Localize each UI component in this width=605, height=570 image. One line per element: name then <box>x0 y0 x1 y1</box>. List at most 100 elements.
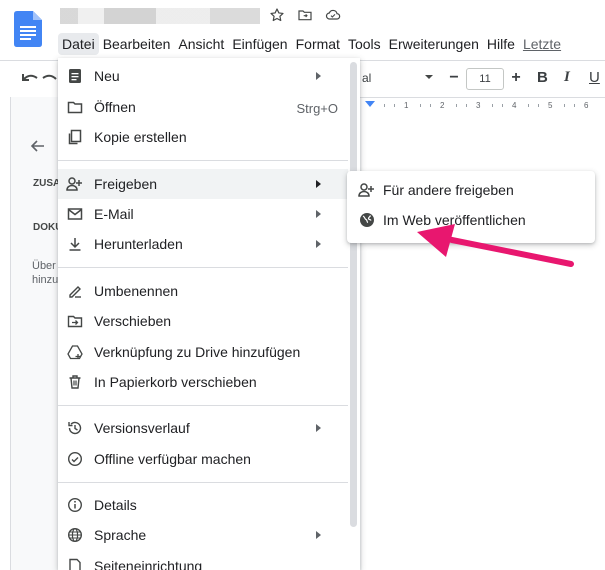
menu-item-new[interactable]: Neu <box>58 61 348 91</box>
menu-view[interactable]: Ansicht <box>174 33 228 55</box>
ruler-tick-label: 5 <box>548 101 553 110</box>
menu-item-share[interactable]: Freigeben <box>58 169 348 199</box>
outline-hint-line: Über <box>32 260 56 272</box>
ruler-tick-label: 2 <box>440 101 445 110</box>
menu-help[interactable]: Hilfe <box>483 33 519 55</box>
move-to-folder-icon[interactable] <box>296 6 314 24</box>
document-outline-panel <box>11 97 61 570</box>
top-bar: Datei Bearbeiten Ansicht Einfügen Format… <box>0 0 605 60</box>
menu-file[interactable]: Datei <box>58 33 99 55</box>
outline-hint: Über hinzu <box>32 259 58 287</box>
info-icon <box>66 496 84 514</box>
font-family-select[interactable]: al <box>362 71 371 85</box>
menu-divider <box>58 482 348 483</box>
history-icon <box>66 419 84 437</box>
submenu-arrow-icon <box>316 424 321 432</box>
menu-item-label: Herunterladen <box>94 236 183 252</box>
star-icon[interactable] <box>268 6 286 24</box>
menu-divider <box>58 267 348 268</box>
increase-font-size-button[interactable]: + <box>506 67 526 89</box>
menu-item-label: Offline verfügbar machen <box>94 451 251 467</box>
submenu-item-share-with-others[interactable]: Für andere freigeben <box>347 175 595 205</box>
horizontal-ruler[interactable]: 1 2 3 4 5 6 <box>362 98 605 112</box>
docs-logo-icon[interactable] <box>14 11 42 47</box>
submenu-item-label: Für andere freigeben <box>383 182 514 198</box>
undo-icon[interactable] <box>20 70 60 88</box>
menu-edit[interactable]: Bearbeiten <box>99 33 175 55</box>
menu-item-label: Versionsverlauf <box>94 420 190 436</box>
menu-item-label: Verknüpfung zu Drive hinzufügen <box>94 344 301 360</box>
menu-item-version-history[interactable]: Versionsverlauf <box>58 413 348 443</box>
mail-icon <box>66 205 84 223</box>
menu-item-label: Freigeben <box>94 176 158 192</box>
globe-icon <box>66 526 84 544</box>
menu-item-email[interactable]: E-Mail <box>58 199 348 229</box>
submenu-arrow-icon <box>316 240 321 248</box>
folder-icon <box>66 98 84 116</box>
menu-item-page-setup[interactable]: Seiteneinrichtung <box>58 551 348 570</box>
menu-item-label: Details <box>94 497 137 513</box>
download-icon <box>66 235 84 253</box>
globe-icon <box>358 211 376 229</box>
chevron-down-icon[interactable] <box>424 72 434 82</box>
menu-item-label: Seiteneinrichtung <box>94 558 203 570</box>
menu-bar: Datei Bearbeiten Ansicht Einfügen Format… <box>58 33 565 55</box>
submenu-arrow-icon <box>316 531 321 539</box>
menu-item-label: In Papierkorb verschieben <box>94 374 257 390</box>
ruler-tick-label: 6 <box>584 101 589 110</box>
menu-extensions[interactable]: Erweiterungen <box>385 33 483 55</box>
menu-item-label: Öffnen <box>94 99 136 115</box>
menu-item-label: Verschieben <box>94 313 172 329</box>
menu-insert[interactable]: Einfügen <box>228 33 291 55</box>
menu-item-add-drive-shortcut[interactable]: Verknüpfung zu Drive hinzufügen <box>58 337 348 367</box>
menu-item-download[interactable]: Herunterladen <box>58 229 348 259</box>
copy-icon <box>66 128 84 146</box>
trash-icon <box>66 373 84 391</box>
person-add-icon <box>358 181 376 199</box>
menu-item-move[interactable]: Verschieben <box>58 306 348 336</box>
person-add-icon <box>66 175 84 193</box>
menu-item-rename[interactable]: Umbenennen <box>58 276 348 306</box>
move-icon <box>66 312 84 330</box>
underline-button[interactable]: U <box>589 69 600 86</box>
menu-item-shortcut: Strg+O <box>296 101 338 116</box>
document-title[interactable] <box>60 8 260 24</box>
offline-icon <box>66 450 84 468</box>
font-size-input[interactable]: 11 <box>466 68 504 90</box>
outline-hint-line: hinzu <box>32 274 59 286</box>
decrease-font-size-button[interactable]: − <box>444 67 464 89</box>
menu-item-label: Umbenennen <box>94 283 179 299</box>
rename-icon <box>66 282 84 300</box>
ruler-tick-label: 3 <box>476 101 481 110</box>
document-icon <box>66 67 84 85</box>
ruler-tick-label: 4 <box>512 101 517 110</box>
menu-item-label: Kopie erstellen <box>94 129 187 145</box>
last-edit-link[interactable]: Letzte <box>519 33 565 55</box>
menu-format[interactable]: Format <box>292 33 344 55</box>
vertical-ruler[interactable] <box>0 97 11 570</box>
drive-shortcut-icon <box>66 343 84 361</box>
menu-tools[interactable]: Tools <box>344 33 385 55</box>
outline-heading-summary: ZUSA <box>33 178 61 189</box>
menu-item-move-to-trash[interactable]: In Papierkorb verschieben <box>58 367 348 397</box>
menu-item-label: Sprache <box>94 527 147 543</box>
italic-button[interactable]: I <box>564 69 570 86</box>
submenu-item-publish-to-web[interactable]: Im Web veröffentlichen <box>347 205 595 235</box>
menu-divider <box>58 160 348 161</box>
menu-item-label: Neu <box>94 68 120 84</box>
submenu-arrow-icon <box>316 72 321 80</box>
arrow-back-icon[interactable] <box>30 138 46 154</box>
menu-item-details[interactable]: Details <box>58 490 348 520</box>
submenu-item-label: Im Web veröffentlichen <box>383 212 526 228</box>
cloud-status-icon[interactable] <box>324 6 342 24</box>
menu-item-make-copy[interactable]: Kopie erstellen <box>58 122 348 152</box>
share-submenu: Für andere freigeben Im Web veröffentlic… <box>347 171 595 243</box>
ruler-tick-label: 1 <box>404 101 409 110</box>
submenu-arrow-icon <box>316 180 321 188</box>
menu-item-language[interactable]: Sprache <box>58 520 348 550</box>
menu-item-make-available-offline[interactable]: Offline verfügbar machen <box>58 444 348 474</box>
menu-item-label: E-Mail <box>94 206 134 222</box>
menu-item-open[interactable]: Öffnen Strg+O <box>58 92 348 122</box>
menu-scrollbar[interactable] <box>350 62 357 527</box>
bold-button[interactable]: B <box>537 69 548 86</box>
